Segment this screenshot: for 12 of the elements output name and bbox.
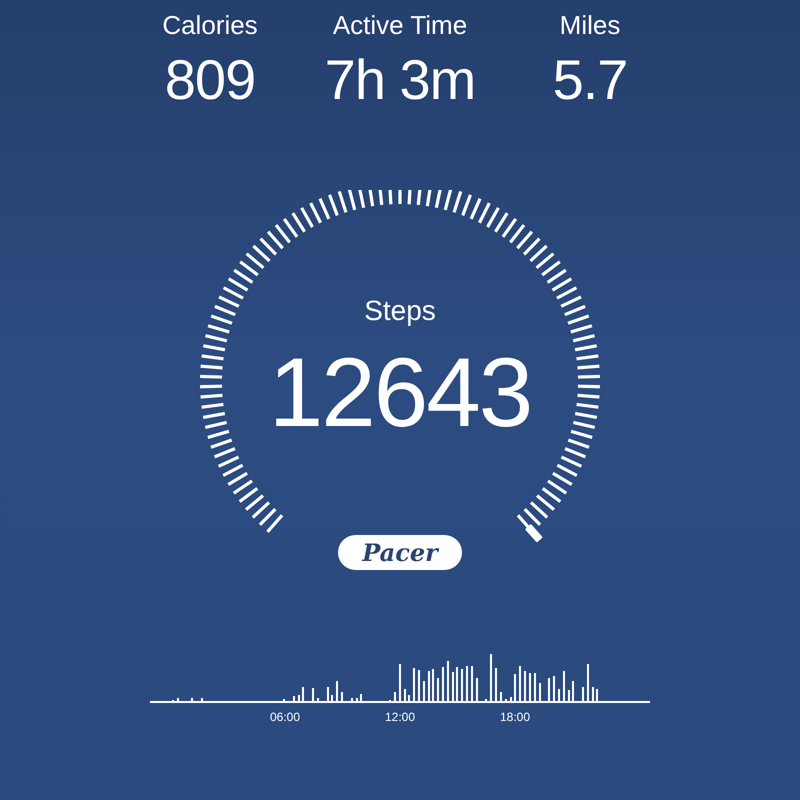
stat-label: Miles <box>560 9 620 42</box>
stat-value: 5.7 <box>552 48 628 112</box>
stat-value: 809 <box>164 48 256 112</box>
stat-value: 7h 3m <box>324 48 476 112</box>
steps-count: 12643 <box>268 340 532 444</box>
time-label: 12:00 <box>384 710 416 724</box>
time-label: 18:00 <box>500 710 530 724</box>
stat-label: Calories <box>162 9 258 42</box>
time-label: 06:00 <box>270 710 300 724</box>
steps-label: Steps <box>364 294 436 328</box>
stat-label: Active Time <box>332 9 468 42</box>
logo-badge: Pacer <box>338 535 462 570</box>
